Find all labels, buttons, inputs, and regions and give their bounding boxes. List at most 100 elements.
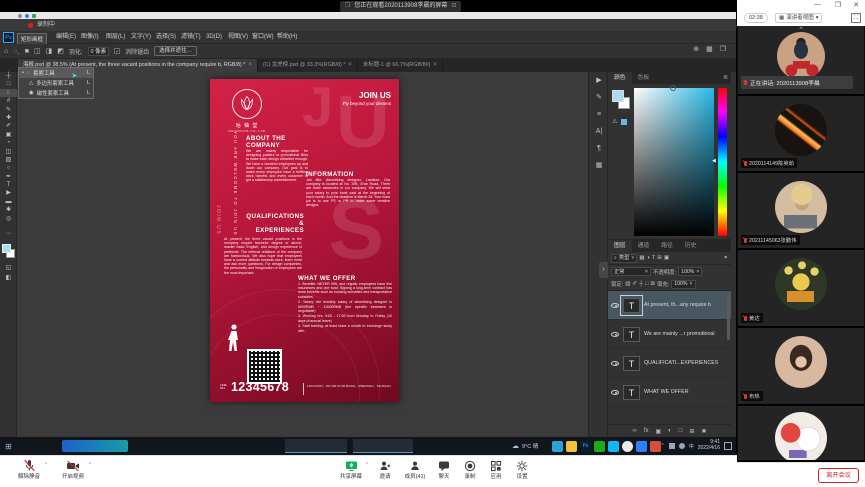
apps-button[interactable]: 应用 — [484, 459, 508, 480]
participant-tile-1[interactable]: ⌃ 正在讲话: 2020113908李晨 — [738, 26, 864, 96]
selection-mode-add-icon[interactable]: ◫ — [34, 47, 41, 55]
menu-select[interactable]: 选择(S) — [156, 31, 176, 44]
hue-slider[interactable] — [718, 88, 727, 236]
menu-layer[interactable]: 图层(L) — [106, 31, 125, 44]
taskbar-app-icon-wechat[interactable] — [594, 441, 605, 452]
menu-type[interactable]: 文字(Y) — [131, 31, 151, 44]
antialias-checkbox[interactable]: ✓ — [114, 48, 120, 54]
layer-mask-icon[interactable]: ▣ — [655, 428, 661, 435]
settings-button[interactable]: 设置 — [510, 459, 534, 480]
ps-canvas[interactable]: J U S 咕 柚 堂 DECORATE CO.,LTD JOIN US Fly… — [17, 72, 588, 437]
participant-tile-4[interactable]: 黄达 — [738, 250, 864, 328]
lasso-tool[interactable]: ◌ — [0, 89, 17, 97]
flyout-item-magnetic-lasso[interactable]: ◉ 磁性套索工具 L — [19, 88, 93, 98]
menu-view[interactable]: 视图(V) — [228, 31, 248, 44]
menu-filter[interactable]: 滤镜(T) — [181, 31, 201, 44]
link-layers-icon[interactable]: ∞ — [633, 428, 637, 434]
unmute-button[interactable]: ⌃ 解除静音 — [12, 459, 46, 480]
tray-network-icon[interactable] — [679, 443, 685, 449]
hand-tool[interactable]: ✱ — [0, 206, 17, 214]
filter-type-icon[interactable]: T — [652, 255, 655, 261]
doc-tab-second[interactable]: (C) 龙虎榜.psd @ 33.3%(RGB/8) * × — [258, 59, 358, 72]
taskbar-clock[interactable]: 9:41 2022/4/16 — [698, 440, 720, 451]
lock-move-icon[interactable]: ┼ — [639, 281, 643, 287]
share-options-caret[interactable]: ⌃ — [365, 462, 369, 468]
tab-swatches[interactable]: 色板 — [632, 72, 656, 84]
lock-transparent-icon[interactable]: ▨ — [625, 281, 630, 287]
taskbar-app-icon-edge[interactable] — [552, 441, 563, 452]
selection-mode-new-icon[interactable]: ■ — [25, 48, 29, 55]
select-and-mask-button[interactable]: 选择并遮住… — [154, 46, 197, 56]
view-mode-button[interactable]: ▦ 演讲者视图 ▾ — [775, 13, 822, 23]
taskbar-app-icon-explorer[interactable] — [566, 441, 577, 452]
text-layer-thumbnail[interactable]: T — [623, 327, 640, 342]
record-button[interactable]: 录制 — [458, 459, 482, 480]
filter-pin-icon[interactable]: ✦ — [723, 255, 728, 261]
flyout-item-lasso[interactable]: • ◌ 套索工具 L ➤ — [19, 68, 93, 78]
taskbar-app-icon-browser[interactable] — [650, 441, 661, 452]
layer-visibility-icon[interactable] — [611, 361, 619, 366]
photoshop-logo[interactable]: Ps — [3, 32, 14, 43]
tray-chevron-icon[interactable]: ⌃ — [661, 443, 665, 449]
adjustment-layer-icon[interactable]: ◐ — [668, 428, 672, 434]
arrange-icon[interactable]: ▦ — [706, 45, 713, 53]
close-tab-icon[interactable]: × — [348, 59, 352, 72]
menu-edit[interactable]: 编辑(E) — [56, 31, 76, 44]
chat-button[interactable]: 聊天 — [432, 459, 456, 480]
path-select-tool[interactable]: ▶ — [0, 189, 17, 197]
participant-tile-6[interactable] — [738, 406, 864, 462]
filter-smartobj-icon[interactable]: ▣ — [664, 255, 669, 261]
tab-paths[interactable]: 路径 — [655, 240, 679, 252]
layer-row-4[interactable]: T WHAT WE OFFER — [608, 378, 731, 407]
fill-dropdown[interactable]: 100%˅ — [671, 280, 695, 289]
blend-mode-dropdown[interactable]: 正常˅ — [611, 267, 651, 276]
gradient-tool[interactable]: ▨ — [0, 156, 17, 164]
layers-scrollbar[interactable] — [727, 294, 730, 340]
share-screen-button[interactable]: ⌃ 共享屏幕 — [336, 459, 366, 480]
lock-paint-icon[interactable]: ✐ — [632, 281, 637, 287]
tab-layers[interactable]: 图层 — [608, 240, 632, 252]
selection-mode-subtract-icon[interactable]: ◨ — [46, 47, 53, 55]
taskbar-app-icon-chrome[interactable] — [622, 441, 633, 452]
pen-tool[interactable]: ✒ — [0, 173, 17, 181]
gamut-warning-icon[interactable]: ⚠ — [612, 118, 617, 125]
crop-tool[interactable]: # — [0, 97, 17, 105]
tab-color[interactable]: 颜色 — [608, 72, 632, 84]
brush-settings-panel-icon[interactable]: ✎ — [589, 89, 609, 106]
saturation-field[interactable] — [634, 88, 714, 236]
layer-name[interactable]: We are mainly ...r promotional — [644, 331, 715, 337]
taskbar-app-icon-meeting[interactable] — [636, 441, 647, 452]
layer-visibility-icon[interactable] — [611, 303, 619, 308]
layer-visibility-icon[interactable] — [611, 390, 619, 395]
gamut-swatch[interactable] — [621, 119, 627, 125]
close-tab-icon[interactable]: × — [433, 59, 437, 72]
menu-window[interactable]: 窗口(W) — [252, 31, 274, 44]
leave-meeting-button[interactable]: 离开会议 — [818, 468, 859, 483]
eyedropper-tool[interactable]: ✎ — [0, 106, 17, 114]
participant-tile-2[interactable]: 2020114149陈英茹 — [738, 96, 864, 173]
tab-history[interactable]: 历史记录 — [679, 240, 707, 252]
camera-options-caret[interactable]: ⌃ — [88, 462, 92, 468]
saturation-marker[interactable] — [670, 85, 676, 91]
delete-layer-icon[interactable]: ✖ — [701, 428, 706, 435]
input-language-indicator[interactable]: 中 — [689, 443, 694, 450]
new-layer-icon[interactable]: ⊞ — [689, 428, 694, 435]
brush-tool[interactable]: ✐ — [0, 122, 17, 130]
adjustments-panel-icon[interactable]: ≡ — [589, 106, 609, 123]
participant-tile-5[interactable]: 布热 — [738, 328, 864, 406]
text-layer-thumbnail[interactable]: T — [623, 298, 640, 313]
taskbar-app-icon-qq[interactable] — [608, 441, 619, 452]
lock-all-icon[interactable]: ⊠ — [650, 281, 655, 287]
zoom-search-icon[interactable]: ⊕ — [693, 45, 699, 53]
participant-tile-3[interactable]: 20211145063张鹏伟 — [738, 173, 864, 250]
layer-style-icon[interactable]: fx — [644, 428, 649, 434]
panel-menu-icon[interactable]: ≣ — [723, 72, 731, 84]
text-layer-thumbnail[interactable]: T — [623, 385, 640, 400]
home-icon[interactable]: ⌂ — [4, 48, 8, 55]
move-tool[interactable]: ┼ — [0, 72, 17, 80]
tab-channels[interactable]: 通道 — [632, 240, 656, 252]
taskbar-app-icon-photoshop[interactable]: Ps — [580, 441, 591, 452]
menu-help[interactable]: 帮助(H) — [277, 31, 297, 44]
foreground-color-swatch[interactable] — [2, 244, 11, 253]
taskbar-active-app[interactable] — [62, 440, 128, 452]
